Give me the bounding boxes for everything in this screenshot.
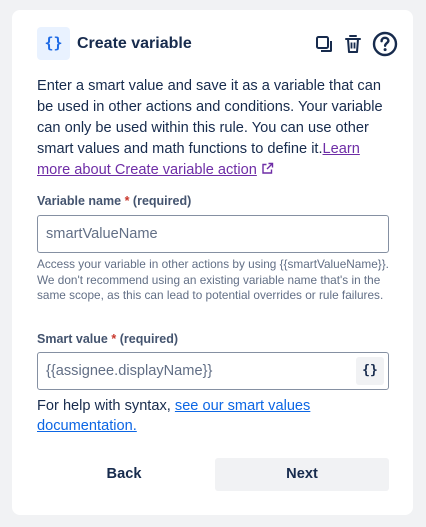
help-icon — [372, 31, 398, 57]
panel-title: Create variable — [77, 35, 192, 52]
braces-icon: {} — [37, 27, 70, 60]
variable-name-field — [37, 215, 389, 253]
delete-button[interactable] — [341, 32, 365, 56]
required-asterisk: * — [124, 194, 130, 208]
create-variable-panel: {} Create variable Enter a smart value a… — [12, 10, 413, 515]
required-text: (required) — [119, 332, 179, 346]
help-button[interactable] — [371, 30, 399, 58]
insert-smart-value-button[interactable]: {} — [356, 357, 384, 385]
duplicate-button[interactable] — [312, 32, 336, 56]
smart-value-input[interactable] — [38, 353, 352, 389]
copy-icon — [316, 36, 332, 52]
required-text: (required) — [132, 194, 192, 208]
trash-icon — [345, 35, 361, 53]
variable-name-input[interactable] — [38, 216, 388, 252]
external-link-icon — [261, 161, 274, 182]
smart-value-label: Smart value * (required) — [37, 332, 179, 346]
back-button[interactable]: Back — [74, 458, 174, 491]
syntax-help-text: For help with syntax, — [37, 398, 175, 414]
next-button[interactable]: Next — [215, 458, 389, 491]
variable-name-helper: Access your variable in other actions by… — [37, 257, 389, 302]
braces-icon: {} — [362, 363, 378, 378]
variable-name-label: Variable name * (required) — [37, 194, 192, 208]
required-asterisk: * — [111, 332, 117, 346]
syntax-help: For help with syntax, see our smart valu… — [37, 396, 377, 436]
panel-header: {} Create variable — [37, 27, 398, 61]
description: Enter a smart value and save it as a var… — [37, 76, 389, 182]
smart-value-field: {} — [37, 352, 389, 390]
